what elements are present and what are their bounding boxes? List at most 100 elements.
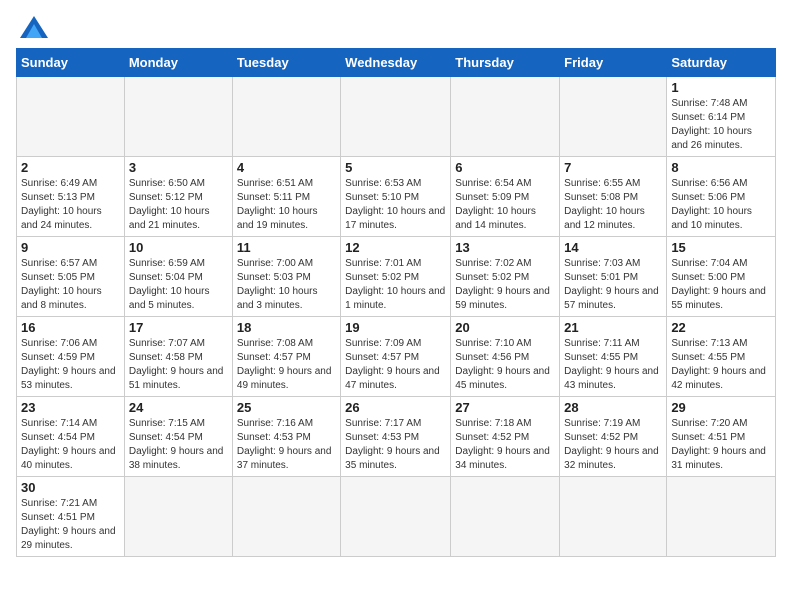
day-number: 30 bbox=[21, 480, 120, 495]
day-number: 2 bbox=[21, 160, 120, 175]
calendar-cell bbox=[17, 77, 125, 157]
calendar-cell: 25 Sunrise: 7:16 AM Sunset: 4:53 PM Dayli… bbox=[232, 397, 340, 477]
day-number: 27 bbox=[455, 400, 555, 415]
calendar-cell: 3 Sunrise: 6:50 AM Sunset: 5:12 PM Daylig… bbox=[124, 157, 232, 237]
calendar-cell: 2 Sunrise: 6:49 AM Sunset: 5:13 PM Daylig… bbox=[17, 157, 125, 237]
day-info: Sunrise: 7:10 AM Sunset: 4:56 PM Dayligh… bbox=[455, 337, 555, 393]
day-number: 12 bbox=[345, 240, 446, 255]
day-number: 6 bbox=[455, 160, 555, 175]
calendar-cell: 6 Sunrise: 6:54 AM Sunset: 5:09 PM Daylig… bbox=[451, 157, 560, 237]
calendar-cell: 16 Sunrise: 7:06 AM Sunset: 4:59 PM Dayli… bbox=[17, 317, 125, 397]
calendar-cell bbox=[124, 477, 232, 557]
day-info: Sunrise: 6:49 AM Sunset: 5:13 PM Dayligh… bbox=[21, 177, 120, 233]
calendar-cell: 30 Sunrise: 7:21 AM Sunset: 4:51 PM Dayli… bbox=[17, 477, 125, 557]
calendar-cell: 21 Sunrise: 7:11 AM Sunset: 4:55 PM Dayli… bbox=[560, 317, 667, 397]
calendar-week-row: 1Sunrise: 7:48 AM Sunset: 6:14 PM Daylig… bbox=[17, 77, 776, 157]
day-number: 25 bbox=[237, 400, 336, 415]
day-info: Sunrise: 7:00 AM Sunset: 5:03 PM Dayligh… bbox=[237, 257, 336, 313]
day-info: Sunrise: 7:09 AM Sunset: 4:57 PM Dayligh… bbox=[345, 337, 446, 393]
day-info: Sunrise: 7:03 AM Sunset: 5:01 PM Dayligh… bbox=[564, 257, 662, 313]
day-number: 21 bbox=[564, 320, 662, 335]
day-number: 11 bbox=[237, 240, 336, 255]
day-info: Sunrise: 6:55 AM Sunset: 5:08 PM Dayligh… bbox=[564, 177, 662, 233]
calendar-cell: 13Sunrise: 7:02 AM Sunset: 5:02 PM Dayli… bbox=[451, 237, 560, 317]
calendar-table: SundayMondayTuesdayWednesdayThursdayFrid… bbox=[16, 48, 776, 557]
day-info: Sunrise: 6:50 AM Sunset: 5:12 PM Dayligh… bbox=[129, 177, 228, 233]
day-number: 17 bbox=[129, 320, 228, 335]
day-number: 22 bbox=[671, 320, 771, 335]
day-info: Sunrise: 7:17 AM Sunset: 4:53 PM Dayligh… bbox=[345, 417, 446, 473]
day-number: 15 bbox=[671, 240, 771, 255]
calendar-cell bbox=[232, 77, 340, 157]
day-number: 29 bbox=[671, 400, 771, 415]
weekday-header-friday: Friday bbox=[560, 49, 667, 77]
day-number: 10 bbox=[129, 240, 228, 255]
day-number: 14 bbox=[564, 240, 662, 255]
weekday-header-monday: Monday bbox=[124, 49, 232, 77]
day-info: Sunrise: 7:11 AM Sunset: 4:55 PM Dayligh… bbox=[564, 337, 662, 393]
calendar-cell bbox=[560, 77, 667, 157]
calendar-week-row: 9Sunrise: 6:57 AM Sunset: 5:05 PM Daylig… bbox=[17, 237, 776, 317]
day-number: 18 bbox=[237, 320, 336, 335]
calendar-cell: 1Sunrise: 7:48 AM Sunset: 6:14 PM Daylig… bbox=[667, 77, 776, 157]
day-info: Sunrise: 6:53 AM Sunset: 5:10 PM Dayligh… bbox=[345, 177, 446, 233]
day-info: Sunrise: 7:07 AM Sunset: 4:58 PM Dayligh… bbox=[129, 337, 228, 393]
calendar-week-row: 30 Sunrise: 7:21 AM Sunset: 4:51 PM Dayli… bbox=[17, 477, 776, 557]
calendar-cell: 9Sunrise: 6:57 AM Sunset: 5:05 PM Daylig… bbox=[17, 237, 125, 317]
day-info: Sunrise: 7:02 AM Sunset: 5:02 PM Dayligh… bbox=[455, 257, 555, 313]
calendar-cell: 26Sunrise: 7:17 AM Sunset: 4:53 PM Dayli… bbox=[341, 397, 451, 477]
day-info: Sunrise: 7:14 AM Sunset: 4:54 PM Dayligh… bbox=[21, 417, 120, 473]
day-number: 23 bbox=[21, 400, 120, 415]
calendar-cell: 23 Sunrise: 7:14 AM Sunset: 4:54 PM Dayli… bbox=[17, 397, 125, 477]
day-info: Sunrise: 6:54 AM Sunset: 5:09 PM Dayligh… bbox=[455, 177, 555, 233]
day-info: Sunrise: 7:06 AM Sunset: 4:59 PM Dayligh… bbox=[21, 337, 120, 393]
calendar-cell: 11 Sunrise: 7:00 AM Sunset: 5:03 PM Dayli… bbox=[232, 237, 340, 317]
calendar-cell: 27Sunrise: 7:18 AM Sunset: 4:52 PM Dayli… bbox=[451, 397, 560, 477]
day-info: Sunrise: 7:16 AM Sunset: 4:53 PM Dayligh… bbox=[237, 417, 336, 473]
calendar-cell: 29 Sunrise: 7:20 AM Sunset: 4:51 PM Dayli… bbox=[667, 397, 776, 477]
calendar-cell: 14 Sunrise: 7:03 AM Sunset: 5:01 PM Dayli… bbox=[560, 237, 667, 317]
day-info: Sunrise: 6:59 AM Sunset: 5:04 PM Dayligh… bbox=[129, 257, 228, 313]
calendar-cell: 18 Sunrise: 7:08 AM Sunset: 4:57 PM Dayli… bbox=[232, 317, 340, 397]
weekday-header-saturday: Saturday bbox=[667, 49, 776, 77]
day-info: Sunrise: 7:13 AM Sunset: 4:55 PM Dayligh… bbox=[671, 337, 771, 393]
day-info: Sunrise: 7:15 AM Sunset: 4:54 PM Dayligh… bbox=[129, 417, 228, 473]
logo bbox=[16, 16, 48, 38]
calendar-cell bbox=[232, 477, 340, 557]
day-number: 5 bbox=[345, 160, 446, 175]
day-info: Sunrise: 7:20 AM Sunset: 4:51 PM Dayligh… bbox=[671, 417, 771, 473]
calendar-cell: 24 Sunrise: 7:15 AM Sunset: 4:54 PM Dayli… bbox=[124, 397, 232, 477]
calendar-week-row: 23 Sunrise: 7:14 AM Sunset: 4:54 PM Dayli… bbox=[17, 397, 776, 477]
day-info: Sunrise: 6:56 AM Sunset: 5:06 PM Dayligh… bbox=[671, 177, 771, 233]
calendar-cell bbox=[667, 477, 776, 557]
day-info: Sunrise: 7:08 AM Sunset: 4:57 PM Dayligh… bbox=[237, 337, 336, 393]
day-info: Sunrise: 7:04 AM Sunset: 5:00 PM Dayligh… bbox=[671, 257, 771, 313]
day-number: 28 bbox=[564, 400, 662, 415]
calendar-cell: 19 Sunrise: 7:09 AM Sunset: 4:57 PM Dayli… bbox=[341, 317, 451, 397]
day-number: 3 bbox=[129, 160, 228, 175]
day-number: 24 bbox=[129, 400, 228, 415]
calendar-cell: 17 Sunrise: 7:07 AM Sunset: 4:58 PM Dayli… bbox=[124, 317, 232, 397]
calendar-body: 1Sunrise: 7:48 AM Sunset: 6:14 PM Daylig… bbox=[17, 77, 776, 557]
calendar-cell: 22 Sunrise: 7:13 AM Sunset: 4:55 PM Dayli… bbox=[667, 317, 776, 397]
calendar-cell bbox=[124, 77, 232, 157]
calendar-week-row: 16 Sunrise: 7:06 AM Sunset: 4:59 PM Dayli… bbox=[17, 317, 776, 397]
day-number: 19 bbox=[345, 320, 446, 335]
calendar-cell bbox=[451, 477, 560, 557]
day-number: 20 bbox=[455, 320, 555, 335]
day-info: Sunrise: 7:21 AM Sunset: 4:51 PM Dayligh… bbox=[21, 497, 120, 553]
day-number: 8 bbox=[671, 160, 771, 175]
page-header bbox=[16, 16, 776, 38]
day-info: Sunrise: 6:51 AM Sunset: 5:11 PM Dayligh… bbox=[237, 177, 336, 233]
calendar-cell: 5 Sunrise: 6:53 AM Sunset: 5:10 PM Daylig… bbox=[341, 157, 451, 237]
calendar-cell: 15 Sunrise: 7:04 AM Sunset: 5:00 PM Dayli… bbox=[667, 237, 776, 317]
day-number: 9 bbox=[21, 240, 120, 255]
day-number: 16 bbox=[21, 320, 120, 335]
calendar-cell: 20 Sunrise: 7:10 AM Sunset: 4:56 PM Dayli… bbox=[451, 317, 560, 397]
calendar-cell bbox=[341, 477, 451, 557]
calendar-cell: 28 Sunrise: 7:19 AM Sunset: 4:52 PM Dayli… bbox=[560, 397, 667, 477]
day-info: Sunrise: 7:19 AM Sunset: 4:52 PM Dayligh… bbox=[564, 417, 662, 473]
day-number: 4 bbox=[237, 160, 336, 175]
calendar-header: SundayMondayTuesdayWednesdayThursdayFrid… bbox=[17, 49, 776, 77]
calendar-cell: 10 Sunrise: 6:59 AM Sunset: 5:04 PM Dayli… bbox=[124, 237, 232, 317]
